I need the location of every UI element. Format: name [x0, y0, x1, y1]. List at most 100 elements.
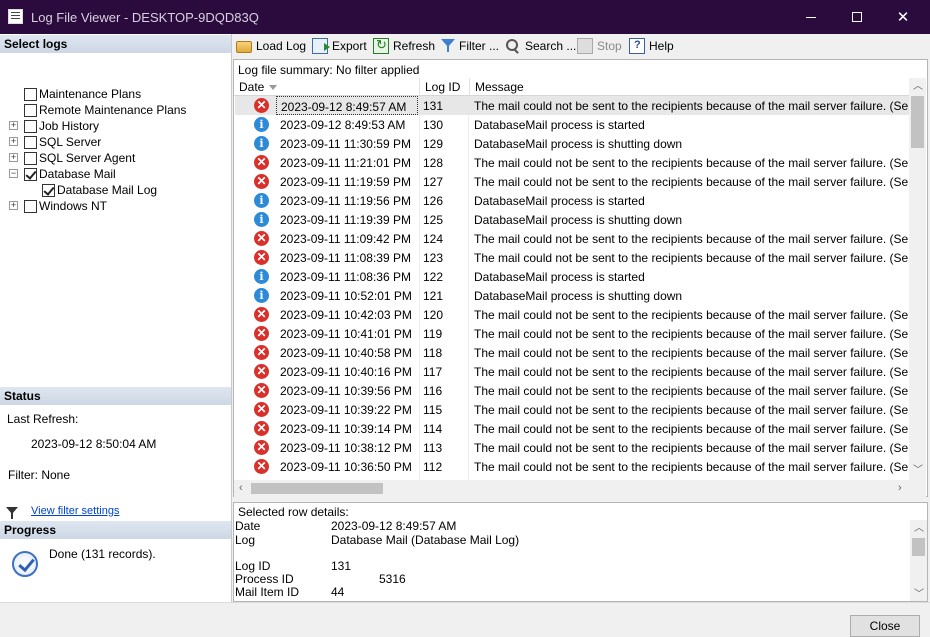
table-row[interactable]: ✕ 2023-09-11 10:42:03 PM 120 The mail could… [234, 305, 909, 324]
table-row[interactable]: ✕ 2023-09-11 10:40:58 PM 118 The mail could… [234, 343, 909, 362]
checkbox[interactable] [24, 167, 37, 181]
tree-item[interactable]: + SQL Server [9, 134, 101, 150]
table-row[interactable]: i 2023-09-11 11:19:39 PM 125 DatabaseMail p… [234, 210, 909, 229]
table-row[interactable]: ✕ 2023-09-11 10:40:16 PM 117 The mail could… [234, 362, 909, 381]
minimize-button[interactable] [788, 0, 834, 34]
message-cell: DatabaseMail process is shutting down [474, 289, 683, 303]
expand-icon[interactable]: + [9, 201, 18, 210]
expand-icon[interactable]: + [9, 137, 18, 146]
log-id-cell: 127 [423, 175, 444, 189]
table-row[interactable]: ✕ 2023-09-11 10:38:12 PM 113 The mail could… [234, 438, 909, 457]
scroll-left-icon[interactable]: ‹ [239, 482, 243, 494]
log-id-cell: 118 [423, 346, 443, 360]
checkbox[interactable] [24, 87, 37, 101]
tree-item[interactable]: Remote Maintenance Plans [24, 102, 186, 118]
export-button[interactable]: Export [312, 37, 367, 55]
tree-item[interactable]: + Job History [9, 118, 100, 134]
error-icon: ✕ [254, 174, 269, 189]
stop-icon [577, 38, 593, 54]
tree-item[interactable]: Database Mail Log [42, 182, 157, 198]
message-cell: The mail could not be sent to the recipi… [474, 441, 909, 455]
log-id-cell: 124 [423, 232, 444, 246]
scroll-right-icon[interactable]: › [898, 482, 902, 494]
scroll-up-icon[interactable]: ︿ [913, 82, 923, 92]
log-id-cell: 131 [423, 99, 444, 113]
refresh-label: Refresh [393, 39, 436, 53]
grid-horizontal-scrollbar[interactable]: ‹ › [234, 480, 926, 497]
window-title: Log File Viewer - DESKTOP-9DQD83Q [31, 10, 259, 25]
tree-item[interactable]: + SQL Server Agent [9, 150, 135, 166]
message-cell: The mail could not be sent to the recipi… [474, 346, 909, 360]
checkbox[interactable] [24, 199, 37, 213]
error-icon: ✕ [254, 364, 269, 379]
table-row[interactable]: ✕ 2023-09-11 10:39:14 PM 114 The mail could… [234, 419, 909, 438]
column-header-date[interactable]: Date [234, 78, 419, 96]
table-row[interactable]: ✕ 2023-09-11 11:09:42 PM 124 The mail could… [234, 229, 909, 248]
table-row[interactable]: ✕ 2023-09-11 10:36:50 PM 112 The mail could… [234, 457, 909, 476]
table-row[interactable]: ✕ 2023-09-12 8:49:57 AM 131 The mail could … [234, 96, 909, 115]
collapse-icon[interactable]: − [9, 169, 18, 178]
expand-icon[interactable]: + [9, 153, 18, 162]
expand-icon[interactable]: + [9, 121, 18, 130]
tree-item[interactable]: + Windows NT [9, 198, 107, 214]
message-cell: The mail could not be sent to the recipi… [474, 175, 909, 189]
refresh-button[interactable]: Refresh [373, 37, 435, 55]
message-cell: DatabaseMail process is started [474, 118, 645, 132]
table-row[interactable]: ✕ 2023-09-11 11:21:01 PM 128 The mail could… [234, 153, 909, 172]
detail-value-mail-item-id: 44 [331, 585, 345, 599]
log-id-cell: 114 [423, 422, 443, 436]
date-cell: 2023-09-11 11:09:42 PM [280, 232, 411, 246]
view-filter-settings-link[interactable]: View filter settings [31, 505, 119, 517]
close-button[interactable]: Close [850, 615, 920, 637]
stop-button[interactable]: Stop [577, 37, 622, 55]
message-cell: The mail could not be sent to the recipi… [474, 251, 909, 265]
table-row[interactable]: ✕ 2023-09-11 10:39:56 PM 116 The mail could… [234, 381, 909, 400]
tree-item[interactable]: − Database Mail [9, 166, 116, 182]
table-row[interactable]: i 2023-09-12 8:49:53 AM 130 DatabaseMail pr… [234, 115, 909, 134]
checkbox[interactable] [24, 103, 37, 117]
details-vertical-scrollbar[interactable]: ︿ ﹀ [910, 520, 927, 601]
date-cell: 2023-09-11 10:40:58 PM [280, 346, 412, 360]
filter-button[interactable]: Filter ... [441, 37, 499, 55]
table-row[interactable]: ✕ 2023-09-11 11:08:39 PM 123 The mail could… [234, 248, 909, 267]
search-button[interactable]: Search ... [505, 37, 576, 55]
message-cell: DatabaseMail process is shutting down [474, 213, 683, 227]
table-row[interactable]: ✕ 2023-09-11 10:39:22 PM 115 The mail could… [234, 400, 909, 419]
date-cell: 2023-09-11 10:39:56 PM [280, 384, 412, 398]
column-header-message[interactable]: Message [469, 78, 909, 96]
sort-desc-icon [269, 85, 278, 91]
checkbox[interactable] [24, 119, 37, 133]
scroll-thumb[interactable] [251, 483, 383, 494]
table-row[interactable]: i 2023-09-11 11:08:36 PM 122 DatabaseMail p… [234, 267, 909, 286]
scroll-down-icon[interactable]: ﹀ [913, 466, 923, 476]
table-row[interactable]: ✕ 2023-09-11 11:19:59 PM 127 The mail could… [234, 172, 909, 191]
tree-item[interactable]: Maintenance Plans [24, 86, 141, 102]
message-cell: The mail could not be sent to the recipi… [474, 308, 909, 322]
scroll-up-icon[interactable]: ︿ [914, 524, 924, 534]
search-icon [505, 38, 521, 54]
date-header-label: Date [239, 80, 265, 94]
tree-item-label: Remote Maintenance Plans [39, 103, 187, 117]
refresh-icon [373, 37, 389, 54]
checkbox[interactable] [24, 135, 37, 149]
help-button[interactable]: Help [629, 37, 674, 55]
scroll-down-icon[interactable]: ﹀ [914, 590, 924, 600]
table-row[interactable]: ✕ 2023-09-11 10:41:01 PM 119 The mail could… [234, 324, 909, 343]
checkbox[interactable] [42, 183, 55, 197]
table-row[interactable]: i 2023-09-11 11:19:56 PM 126 DatabaseMail p… [234, 191, 909, 210]
window-close-button[interactable]: ✕ [880, 0, 926, 34]
tree-item-label: Job History [39, 119, 100, 133]
grid-vertical-scrollbar[interactable]: ︿ ﹀ [909, 78, 926, 480]
table-row[interactable]: i 2023-09-11 10:52:01 PM 121 DatabaseMail p… [234, 286, 909, 305]
scroll-thumb[interactable] [912, 538, 925, 556]
checkbox[interactable] [24, 151, 37, 165]
log-id-cell: 119 [423, 327, 443, 341]
maximize-button[interactable] [834, 0, 880, 34]
date-cell: 2023-09-11 11:08:36 PM [280, 270, 411, 284]
table-row[interactable]: i 2023-09-11 11:30:59 PM 129 DatabaseMail p… [234, 134, 909, 153]
date-cell: 2023-09-11 11:08:39 PM [280, 251, 411, 265]
scroll-thumb[interactable] [911, 96, 924, 148]
column-header-log-id[interactable]: Log ID [419, 78, 469, 96]
load-log-button[interactable]: Load Log [236, 37, 306, 55]
log-id-cell: 117 [423, 365, 443, 379]
